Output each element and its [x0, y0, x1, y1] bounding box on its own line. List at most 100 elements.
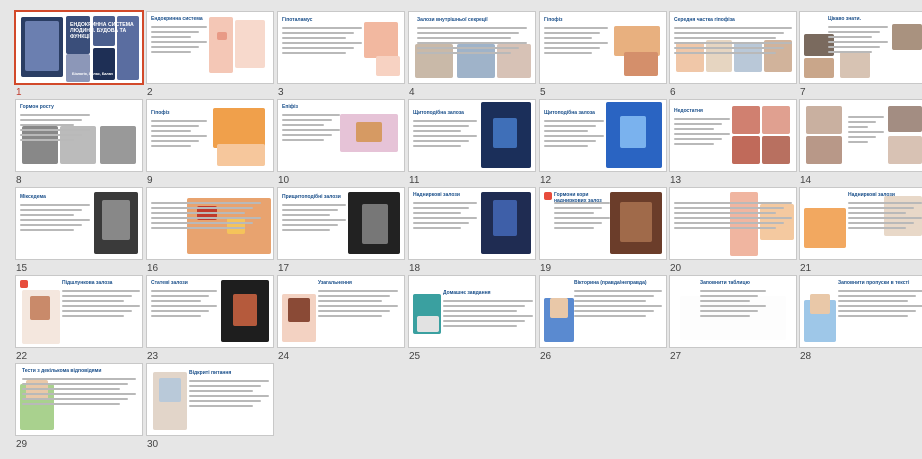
slide-thumbnail-9[interactable]: Гіпофіз 9	[144, 100, 275, 195]
slide-text-line	[700, 290, 766, 292]
slide-text-line	[443, 305, 525, 307]
slide-thumbnail-14[interactable]: 14	[797, 100, 922, 195]
slide-number: 17	[278, 263, 290, 274]
slide-subtitle: Біологія, 8 клас, Балан	[72, 72, 113, 76]
slide-title: Середня частка гіпофіза	[674, 17, 735, 23]
slide-image	[706, 40, 732, 72]
slide-preview: Щитоподібна залоза	[540, 100, 666, 171]
slide-number: 30	[147, 439, 159, 450]
slide-text-line	[189, 395, 269, 397]
slide-thumbnail-13[interactable]: Недостатня 13	[667, 100, 798, 195]
slide-text-line	[151, 310, 209, 312]
slide-text-line	[554, 222, 602, 224]
slide-preview: Заповнити пропуски в тексті	[800, 276, 922, 347]
slide-text-line	[413, 212, 461, 214]
slide-number: 21	[800, 263, 812, 274]
slide-text-line	[20, 114, 90, 116]
slide-text-line	[674, 217, 792, 219]
slide-image	[840, 52, 870, 78]
slide-text-line	[838, 305, 922, 307]
slide-image	[624, 52, 658, 76]
slide-text-line	[674, 227, 776, 229]
slide-preview: Цікаво знати.	[800, 12, 922, 83]
slide-text-line	[282, 214, 330, 216]
slide-text-line	[674, 27, 792, 29]
slide-thumbnail-23[interactable]: Статеві залози 23	[144, 276, 275, 371]
slide-text-line	[674, 123, 722, 125]
slide-text-line	[62, 315, 124, 317]
slide-thumbnail-16[interactable]: 16	[144, 188, 275, 283]
slide-text-line	[189, 380, 269, 382]
slide-thumbnail-5[interactable]: Гіпофіз 5	[537, 12, 668, 107]
slide-number: 5	[540, 87, 546, 98]
slide-text-line	[674, 207, 784, 209]
slide-thumbnail-27[interactable]: Заповнити таблицю 27	[667, 276, 798, 371]
slide-thumbnail-6[interactable]: Середня частка гіпофіза 6	[667, 12, 798, 107]
slide-image	[457, 44, 495, 78]
slide-thumbnail-26[interactable]: Вікторина (правда/неправда) 26	[537, 276, 668, 371]
slide-text-line	[700, 305, 766, 307]
slide-text-line	[674, 202, 792, 204]
slide-image	[30, 296, 50, 320]
slide-preview: Надниркові залози	[409, 188, 535, 259]
slide-text-line	[151, 140, 199, 142]
slide-preview: Середня частка гіпофіза	[670, 12, 796, 83]
slide-text-line	[151, 36, 191, 38]
slide-title: Надниркові залози	[848, 192, 895, 198]
slide-title: Недостатня	[674, 108, 703, 114]
slide-preview: Вікторина (правда/неправда)	[540, 276, 666, 347]
slide-thumbnail-24[interactable]: Узагальнення 24	[275, 276, 406, 371]
slide-text-line	[554, 227, 594, 229]
slide-text-line	[443, 300, 533, 302]
slide-thumbnail-21[interactable]: Надниркові залози 21	[797, 188, 922, 283]
slide-thumbnail-10[interactable]: Епіфіз 10	[275, 100, 406, 195]
slide-thumbnail-30[interactable]: Відкриті питання 30	[144, 364, 275, 459]
slide-thumbnail-11[interactable]: Щитоподібна залоза 11	[406, 100, 537, 195]
slide-text-line	[62, 310, 132, 312]
slide-text-line	[544, 42, 608, 44]
slide-image	[806, 106, 842, 134]
slide-text-line	[674, 47, 784, 49]
slide-text-line	[838, 315, 908, 317]
slide-thumbnail-29[interactable]: Тести з декількома відповідями 29	[13, 364, 144, 459]
slide-thumbnail-1[interactable]: ЕНДОКРИННА СИСТЕМА ЛЮДИНИ. БУДОВА ТА ФУН…	[13, 12, 144, 107]
slide-text-line	[151, 290, 217, 292]
slide-thumbnail-3[interactable]: Гіпоталамус 3	[275, 12, 406, 107]
slide-number: 20	[670, 263, 682, 274]
slide-text-line	[554, 202, 610, 204]
slide-thumbnail-22[interactable]: Підшлункова залоза 22	[13, 276, 144, 371]
slide-text-line	[318, 315, 382, 317]
slide-thumbnail-17[interactable]: Прищитоподібні залози 17	[275, 188, 406, 283]
slide-thumbnail-4[interactable]: Залози внутрішньої секреції 4	[406, 12, 537, 107]
slide-text-line	[848, 126, 868, 128]
slide-number: 4	[409, 87, 415, 98]
slide-text-line	[413, 125, 469, 127]
slide-text-line	[674, 37, 776, 39]
slide-text-line	[828, 51, 872, 53]
slide-text-line	[282, 27, 362, 29]
slide-text-line	[544, 52, 592, 54]
slide-thumbnail-19[interactable]: Гормони кори надниркових залоз 19	[537, 188, 668, 283]
slide-thumbnail-7[interactable]: Цікаво знати. 7	[797, 12, 922, 107]
slide-text-line	[674, 118, 730, 120]
slide-text-line	[848, 227, 906, 229]
slide-title: Підшлункова залоза	[62, 280, 113, 286]
slide-thumbnail-2[interactable]: Ендокринна система 2	[144, 12, 275, 107]
slide-text-line	[413, 217, 477, 219]
slide-title: Мікседема	[20, 194, 46, 200]
slide-preview: Узагальнення	[278, 276, 404, 347]
slide-thumbnail-18[interactable]: Надниркові залози 18	[406, 188, 537, 283]
slide-thumbnail-25[interactable]: Домашнє завдання 25	[406, 276, 537, 371]
slide-text-line	[544, 145, 588, 147]
slide-thumbnail-12[interactable]: Щитоподібна залоза 12	[537, 100, 668, 195]
slide-thumbnail-20[interactable]: 20	[667, 188, 798, 283]
slide-text-line	[848, 141, 868, 143]
slide-thumbnail-15[interactable]: Мікседема 15	[13, 188, 144, 283]
slide-thumbnail-28[interactable]: Заповнити пропуски в тексті 28	[797, 276, 922, 371]
slide-text-line	[700, 310, 758, 312]
slide-text-line	[574, 315, 646, 317]
slide-text-line	[544, 27, 608, 29]
slide-preview	[800, 100, 922, 171]
slide-number: 12	[540, 175, 552, 186]
slide-thumbnail-8[interactable]: Гормон росту 8	[13, 100, 144, 195]
